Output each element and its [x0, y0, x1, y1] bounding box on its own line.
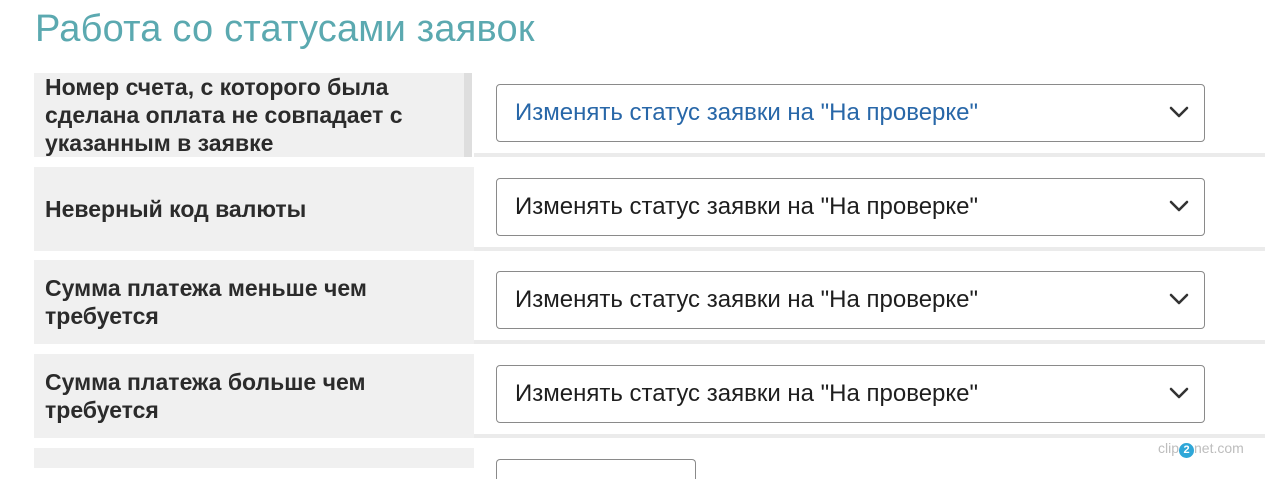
watermark-suffix: net [1194, 440, 1214, 456]
watermark: clip 2 net.com [1158, 440, 1244, 458]
watermark-prefix: clip [1158, 440, 1180, 456]
status-select-amount-less[interactable]: Изменять статус заявки на "На проверке" [496, 271, 1205, 329]
rule-label: Номер счета, с которого была сделана опл… [45, 74, 403, 156]
select-value: Изменять статус заявки на "На проверке" [515, 193, 979, 220]
select-value: Изменять статус заявки на "На проверке" [515, 286, 979, 313]
page-title: Работа со статусами заявок [35, 8, 535, 50]
select-value: Изменять статус заявки на "На проверке" [515, 99, 979, 126]
rule-label-cell [34, 448, 474, 468]
chevron-down-icon [1169, 293, 1189, 305]
chevron-down-icon [1169, 200, 1189, 212]
chevron-down-icon [1169, 387, 1189, 399]
chevron-down-icon [1169, 106, 1189, 118]
rule-row-account-mismatch: Номер счета, с которого была сделана опл… [34, 73, 1265, 157]
rule-select-cell: Изменять статус заявки на "На проверке" [474, 354, 1265, 438]
status-select-account-mismatch[interactable]: Изменять статус заявки на "На проверке" [496, 84, 1205, 142]
rule-select-cell: Изменять статус заявки на "На проверке" [474, 260, 1265, 344]
rule-label: Неверный код валюты [45, 196, 307, 222]
select-value: Изменять статус заявки на "На проверке" [515, 380, 979, 407]
rule-select-cell: Изменять статус заявки на "На проверке" [474, 73, 1265, 157]
status-select-amount-more[interactable]: Изменять статус заявки на "На проверке" [496, 365, 1205, 423]
rule-label-cell: Неверный код валюты [34, 167, 474, 251]
rule-row-wrong-currency: Неверный код валюты Изменять статус заяв… [34, 167, 1265, 251]
watermark-digit: 2 [1179, 443, 1195, 458]
rule-label-cell: Номер счета, с которого была сделана опл… [34, 73, 472, 157]
rule-row-partial [34, 448, 1265, 479]
rule-row-amount-less: Сумма платежа меньше чем требуется Измен… [34, 260, 1265, 344]
rule-select-cell: Изменять статус заявки на "На проверке" [474, 167, 1265, 251]
rule-label: Сумма платежа меньше чем требуется [45, 275, 367, 329]
rule-label-cell: Сумма платежа больше чем требуется [34, 354, 474, 438]
status-select-partial[interactable] [496, 459, 696, 479]
rule-label-cell: Сумма платежа меньше чем требуется [34, 260, 474, 344]
watermark-domain: .com [1213, 440, 1244, 456]
rule-label: Сумма платежа больше чем требуется [45, 369, 366, 423]
status-select-wrong-currency[interactable]: Изменять статус заявки на "На проверке" [496, 178, 1205, 236]
rule-row-amount-more: Сумма платежа больше чем требуется Измен… [34, 354, 1265, 438]
